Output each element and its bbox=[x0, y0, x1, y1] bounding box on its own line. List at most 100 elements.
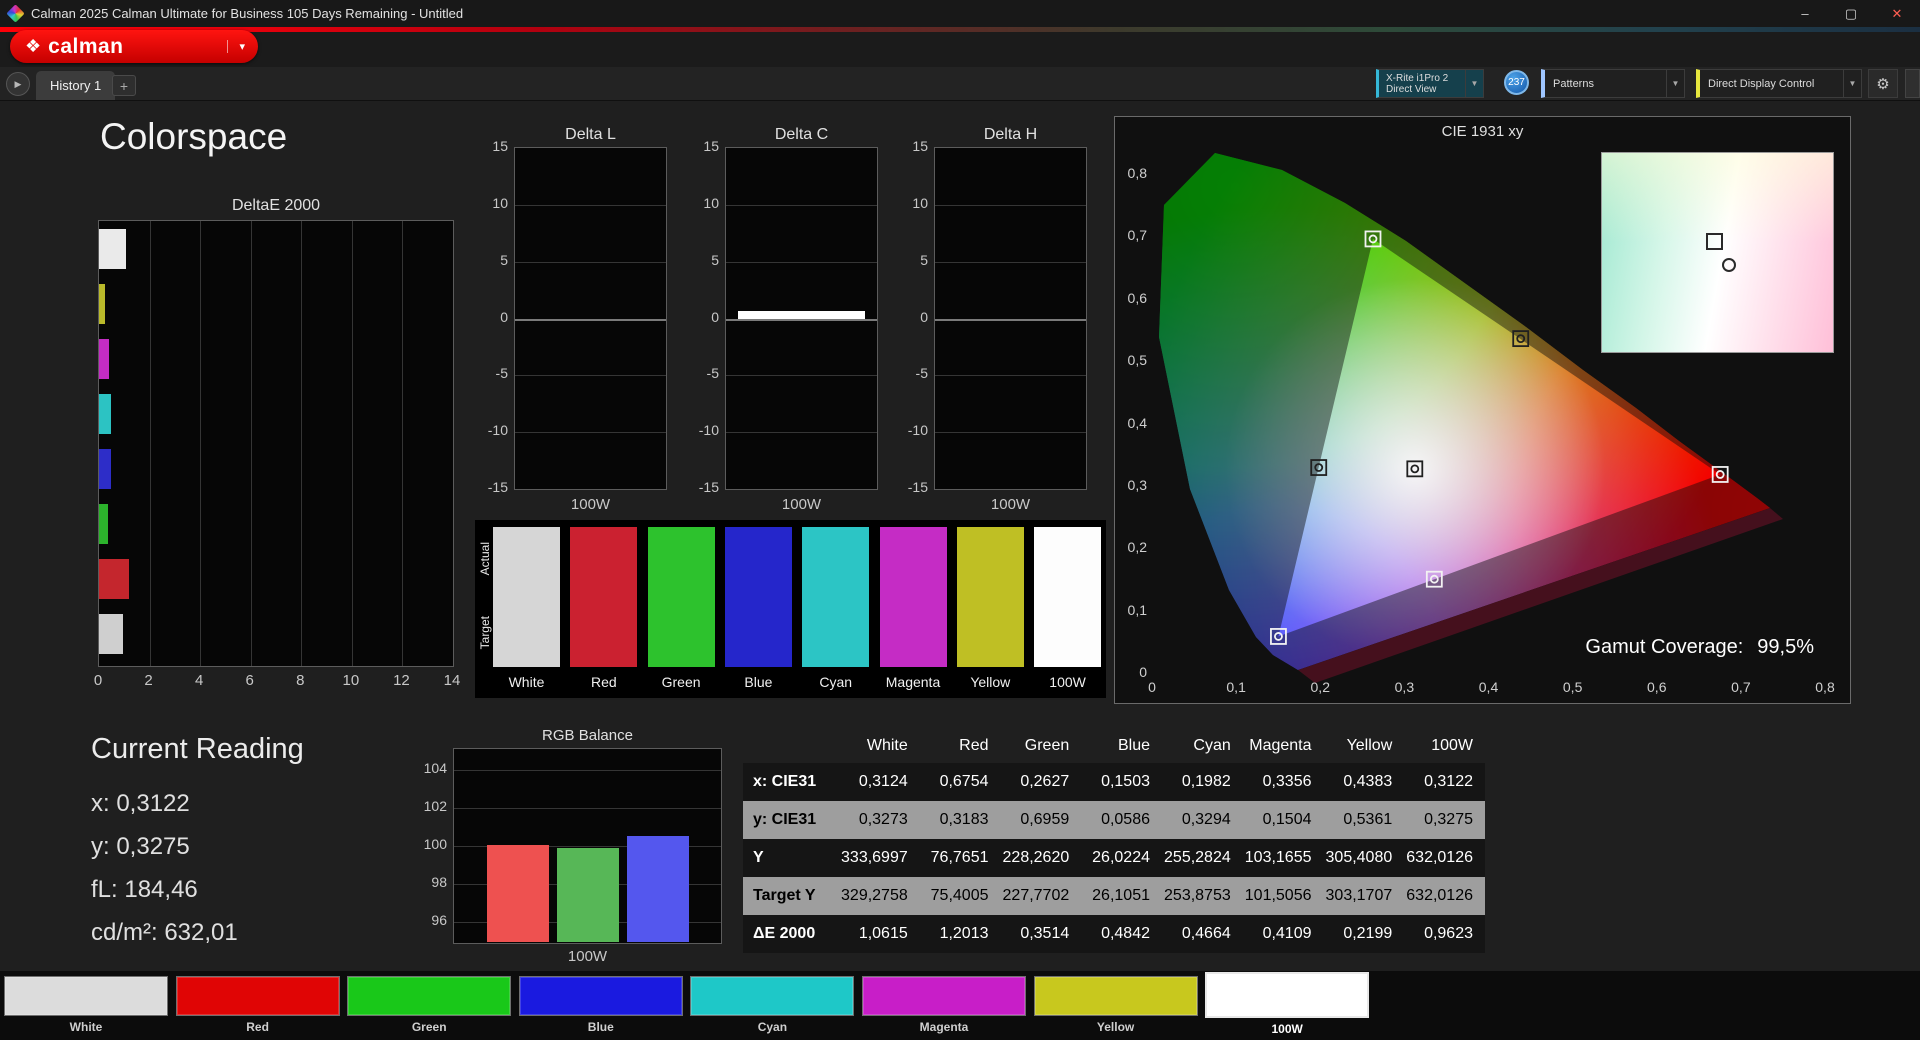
cie-y-tick: 0,7 bbox=[1127, 227, 1147, 244]
gridline bbox=[726, 318, 877, 321]
window-title: Calman 2025 Calman Ultimate for Business… bbox=[31, 6, 464, 21]
table-cell: 0,3294 bbox=[1181, 811, 1231, 828]
table-row-target-y: Target Y 329,2758 75,4005 227,7702 26,1051 25… bbox=[743, 877, 1485, 915]
rgb-balance-x-label: 100W bbox=[567, 948, 608, 965]
cie-y-tick: 0,6 bbox=[1127, 289, 1147, 306]
swatch-100w bbox=[1034, 527, 1102, 667]
table-cell: 255,2824 bbox=[1164, 849, 1231, 866]
pattern-swatch bbox=[518, 976, 683, 1016]
deltae-gridline bbox=[250, 221, 252, 666]
axis-label: -15 bbox=[698, 479, 719, 495]
deltae-bar-100w bbox=[99, 614, 124, 654]
gridline bbox=[454, 770, 721, 771]
table-cell: 0,4383 bbox=[1343, 773, 1393, 790]
table-cell: 0,4664 bbox=[1181, 925, 1231, 942]
minimize-button[interactable]: – bbox=[1782, 0, 1828, 27]
table-column-header: White bbox=[866, 737, 908, 754]
pattern-button-green[interactable]: Green bbox=[347, 976, 512, 1034]
delta-delta-l-chart bbox=[514, 147, 667, 490]
swatch-blue bbox=[724, 527, 792, 667]
display-control-dropdown[interactable]: Direct Display Control ▼ bbox=[1696, 69, 1862, 98]
table-cell: 1,2013 bbox=[939, 925, 989, 942]
pattern-button-blue[interactable]: Blue bbox=[518, 976, 683, 1034]
cie-y-tick: 0,2 bbox=[1127, 539, 1147, 556]
deltae-2000-chart bbox=[98, 220, 454, 667]
meter-text: X-Rite i1Pro 2 Direct View bbox=[1379, 73, 1448, 95]
cie-y-tick: 0,5 bbox=[1127, 352, 1147, 369]
meter-dropdown[interactable]: X-Rite i1Pro 2 Direct View ▼ bbox=[1376, 69, 1484, 98]
add-tab-button[interactable]: + bbox=[112, 75, 136, 96]
gridline bbox=[935, 375, 1086, 377]
deltae-axis-label: 4 bbox=[194, 672, 204, 689]
table-cell: 632,0126 bbox=[1406, 849, 1473, 866]
inset-measured-marker-icon bbox=[1722, 258, 1737, 273]
titlebar: Calman 2025 Calman Ultimate for Business… bbox=[0, 0, 1920, 27]
row-label: Y bbox=[753, 849, 764, 866]
maximize-button[interactable]: ▢ bbox=[1828, 0, 1874, 27]
close-button[interactable]: ✕ bbox=[1874, 0, 1920, 27]
table-cell: 0,3183 bbox=[939, 811, 989, 828]
axis-label: 15 bbox=[492, 138, 508, 154]
deltae-axis-label: 10 bbox=[342, 672, 360, 689]
cie-x-tick: 0,7 bbox=[1731, 679, 1751, 695]
swatch-white bbox=[493, 527, 560, 667]
display-control-label: Direct Display Control bbox=[1708, 77, 1815, 90]
table-cell: 0,9623 bbox=[1424, 925, 1473, 942]
meter-mode: Direct View bbox=[1386, 83, 1437, 95]
swatch-column-yellow: Yellow bbox=[956, 527, 1024, 690]
deltae-axis-label: 2 bbox=[144, 672, 153, 689]
panel-edge-button[interactable] bbox=[1905, 69, 1920, 98]
pattern-button-magenta[interactable]: Magenta bbox=[862, 976, 1026, 1034]
pattern-label: Cyan bbox=[757, 1020, 788, 1034]
current-reading-x: x: 0,3122 bbox=[91, 790, 190, 817]
gridline bbox=[515, 375, 666, 377]
cie-x-tick: 0,6 bbox=[1647, 679, 1667, 695]
tab-history-1[interactable]: History 1 bbox=[36, 71, 116, 100]
axis-label: -5 bbox=[706, 365, 719, 382]
table-row--e-2000: ΔE 2000 1,0615 1,2013 0,3514 0,4842 0,4664 0,4… bbox=[743, 915, 1485, 953]
swatch-label: Green bbox=[661, 674, 701, 690]
table-cell: 0,3356 bbox=[1262, 773, 1312, 790]
results-table: White Red Green Blue Cyan Magenta Yellow 100W x:… bbox=[743, 729, 1485, 953]
delta-delta-l-title: Delta L bbox=[565, 126, 616, 143]
table-cell: 26,1051 bbox=[1092, 887, 1150, 904]
delta-delta-h-chart bbox=[934, 147, 1087, 490]
pattern-swatch bbox=[1205, 972, 1370, 1018]
axis-label: 100 bbox=[423, 836, 447, 852]
table-cell: 0,3124 bbox=[858, 773, 908, 790]
gridline bbox=[515, 432, 666, 434]
rgb-bar-green bbox=[557, 848, 619, 942]
gridline bbox=[935, 432, 1086, 434]
patterns-dropdown[interactable]: Patterns ▼ bbox=[1541, 69, 1685, 98]
deltae-axis-label: 14 bbox=[443, 672, 461, 689]
whitepoint-inset bbox=[1601, 152, 1834, 353]
swatch-column-100w: 100W bbox=[1034, 527, 1102, 690]
pattern-button-white[interactable]: White bbox=[4, 976, 168, 1034]
layout-expander-button[interactable]: ▶ bbox=[6, 72, 30, 96]
table-cell: 76,7651 bbox=[930, 849, 989, 866]
swatch-column-cyan: Cyan bbox=[802, 527, 870, 690]
table-cell: 0,5361 bbox=[1343, 811, 1393, 828]
axis-label: 10 bbox=[703, 194, 719, 211]
app-logo-icon bbox=[6, 4, 25, 23]
swatch-column-blue: Blue bbox=[724, 527, 792, 690]
pattern-label: Green bbox=[411, 1020, 447, 1034]
deltae-gridline bbox=[200, 221, 202, 666]
table-row-y: Y 333,6997 76,7651 228,2620 26,0224 255,2824 1… bbox=[743, 839, 1485, 877]
swatch-column-red: Red bbox=[570, 527, 638, 690]
gridline bbox=[935, 261, 1086, 263]
pattern-swatch bbox=[862, 976, 1026, 1016]
pattern-button-yellow[interactable]: Yellow bbox=[1033, 976, 1198, 1034]
settings-button[interactable]: ⚙ bbox=[1868, 69, 1898, 98]
chevron-down-icon: ▼ bbox=[1666, 70, 1684, 97]
patterns-label: Patterns bbox=[1553, 77, 1594, 90]
table-cell: 0,3273 bbox=[858, 811, 908, 828]
pattern-button-cyan[interactable]: Cyan bbox=[690, 976, 855, 1034]
meter-count-badge[interactable]: 237 bbox=[1504, 70, 1529, 95]
axis-label: 104 bbox=[423, 760, 447, 776]
calman-app: Calman 2025 Calman Ultimate for Business… bbox=[0, 0, 1920, 1040]
pattern-button-red[interactable]: Red bbox=[175, 976, 340, 1034]
axis-label: 10 bbox=[492, 194, 508, 211]
pattern-button-100w[interactable]: 100W bbox=[1205, 972, 1370, 1036]
axis-label: 0 bbox=[920, 308, 928, 325]
